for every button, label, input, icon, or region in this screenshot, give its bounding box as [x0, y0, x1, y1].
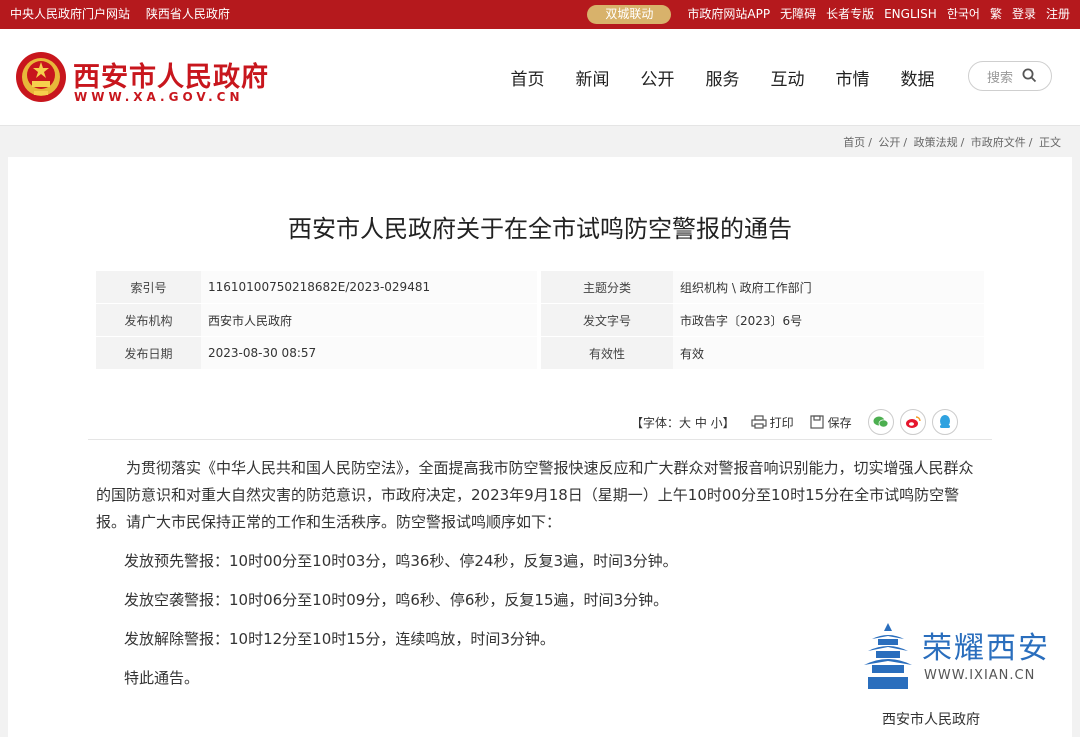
link-app[interactable]: 市政府网站APP: [687, 0, 770, 29]
weibo-icon: [905, 416, 921, 428]
link-english[interactable]: ENGLISH: [884, 0, 937, 29]
breadcrumb-policy[interactable]: 政策法规: [914, 136, 958, 149]
printer-icon: [751, 415, 767, 429]
search-box[interactable]: 搜索: [968, 61, 1052, 91]
nav-data[interactable]: 数据: [885, 65, 950, 90]
meta-value: 西安市人民政府: [201, 303, 537, 337]
qq-icon: [939, 415, 950, 428]
site-url: WWW.XA.GOV.CN: [74, 90, 244, 104]
alarm-item-air-raid: 发放空袭警报：10时06分至10时09分，鸣6秒、停6秒，反复15遍，时间3分钟…: [124, 591, 669, 609]
meta-value: 市政告字〔2023〕6号: [673, 303, 984, 337]
site-header: 西安市人民政府 WWW.XA.GOV.CN 首页 新闻 公开 服务 互动 市情 …: [0, 29, 1080, 126]
link-central-gov[interactable]: 中央人民政府门户网站: [10, 7, 130, 21]
main-nav: 首页 新闻 公开 服务 互动 市情 数据: [495, 65, 950, 90]
qq-share-button[interactable]: [931, 409, 958, 435]
link-elder-mode[interactable]: 长者专版: [826, 0, 874, 29]
nav-city-info[interactable]: 市情: [820, 65, 885, 90]
save-label: 保存: [827, 415, 852, 430]
wechat-icon: [873, 416, 889, 428]
save-icon: [810, 415, 824, 429]
watermark: 荣耀西安 WWW.IXIAN.CN: [862, 621, 1052, 691]
meta-value: 2023-08-30 08:57: [201, 336, 537, 370]
meta-key: 有效性: [541, 336, 673, 370]
closing-line: 特此通告。: [124, 669, 200, 687]
national-emblem-icon: [16, 52, 66, 102]
top-bar-right-links: 双城联动 市政府网站APP 无障碍 长者专版 ENGLISH 한국어 繁 登录 …: [587, 0, 1070, 29]
meta-value: 有效: [673, 336, 984, 370]
dual-city-pill[interactable]: 双城联动: [587, 5, 672, 24]
nav-news[interactable]: 新闻: [560, 65, 625, 90]
nav-interaction[interactable]: 互动: [755, 65, 820, 90]
wechat-share-button[interactable]: [867, 409, 894, 435]
weibo-share-button[interactable]: [899, 409, 926, 435]
top-bar: 中央人民政府门户网站 陕西省人民政府 双城联动 市政府网站APP 无障碍 长者专…: [0, 0, 1080, 29]
meta-key: 发文字号: [541, 303, 673, 337]
font-size-control[interactable]: 【字体：大 中 小】: [631, 414, 735, 431]
nav-public[interactable]: 公开: [625, 65, 690, 90]
toolbar-divider: [88, 439, 992, 440]
meta-row: 索引号 11610100750218682E/2023-029481 主题分类 …: [96, 271, 984, 304]
breadcrumb: 首页 / 公开 / 政策法规 / 市政府文件 / 正文: [843, 136, 1061, 149]
alarm-item-warning: 发放预先警报：10时00分至10时03分，鸣36秒、停24秒，反复3遍，时间3分…: [124, 552, 678, 570]
print-button[interactable]: 打印: [751, 414, 794, 431]
document-meta-table: 索引号 11610100750218682E/2023-029481 主题分类 …: [96, 271, 984, 370]
meta-key: 发布机构: [96, 303, 201, 337]
intro-paragraph: 为贯彻落实《中华人民共和国人民防空法》，全面提高我市防空警报快速反应和广大群众对…: [96, 459, 974, 531]
meta-value: 11610100750218682E/2023-029481: [201, 271, 537, 304]
link-register[interactable]: 注册: [1046, 0, 1070, 29]
link-traditional[interactable]: 繁: [990, 0, 1002, 29]
meta-row: 发布日期 2023-08-30 08:57 有效性 有效: [96, 336, 984, 370]
print-label: 打印: [769, 415, 794, 430]
meta-key: 主题分类: [541, 271, 673, 304]
signature: 西安市人民政府: [882, 712, 980, 728]
link-accessibility[interactable]: 无障碍: [780, 0, 816, 29]
breadcrumb-home[interactable]: 首页: [843, 136, 865, 149]
meta-value: 组织机构 \ 政府工作部门: [673, 271, 984, 304]
save-button[interactable]: 保存: [810, 414, 852, 431]
breadcrumb-current: 正文: [1039, 136, 1061, 149]
nav-home[interactable]: 首页: [495, 65, 560, 90]
link-shaanxi-gov[interactable]: 陕西省人民政府: [146, 7, 230, 21]
meta-key: 发布日期: [96, 336, 201, 370]
meta-row: 发布机构 西安市人民政府 发文字号 市政告字〔2023〕6号: [96, 303, 984, 337]
article-toolbar: 【字体：大 中 小】 打印 保存: [631, 409, 964, 435]
top-bar-left-links: 中央人民政府门户网站 陕西省人民政府: [10, 0, 242, 29]
link-login[interactable]: 登录: [1012, 0, 1036, 29]
watermark-text: 荣耀西安: [922, 631, 1050, 666]
search-icon[interactable]: [1022, 68, 1037, 83]
breadcrumb-public[interactable]: 公开: [878, 136, 900, 149]
alarm-item-all-clear: 发放解除警报：10时12分至10时15分，连续鸣放，时间3分钟。: [124, 630, 555, 648]
breadcrumb-city-docs[interactable]: 市政府文件: [971, 136, 1026, 149]
article-title: 西安市人民政府关于在全市试鸣防空警报的通告: [288, 215, 792, 243]
bell-tower-logo-icon: [864, 623, 912, 689]
site-title[interactable]: 西安市人民政府: [73, 55, 269, 94]
search-placeholder: 搜索: [987, 71, 1014, 86]
watermark-url: WWW.IXIAN.CN: [924, 668, 1036, 683]
article-body: 为贯彻落实《中华人民共和国人民防空法》，全面提高我市防空警报快速反应和广大群众对…: [96, 455, 976, 692]
meta-key: 索引号: [96, 271, 201, 304]
link-korean[interactable]: 한국어: [947, 0, 980, 29]
nav-services[interactable]: 服务: [690, 65, 755, 90]
